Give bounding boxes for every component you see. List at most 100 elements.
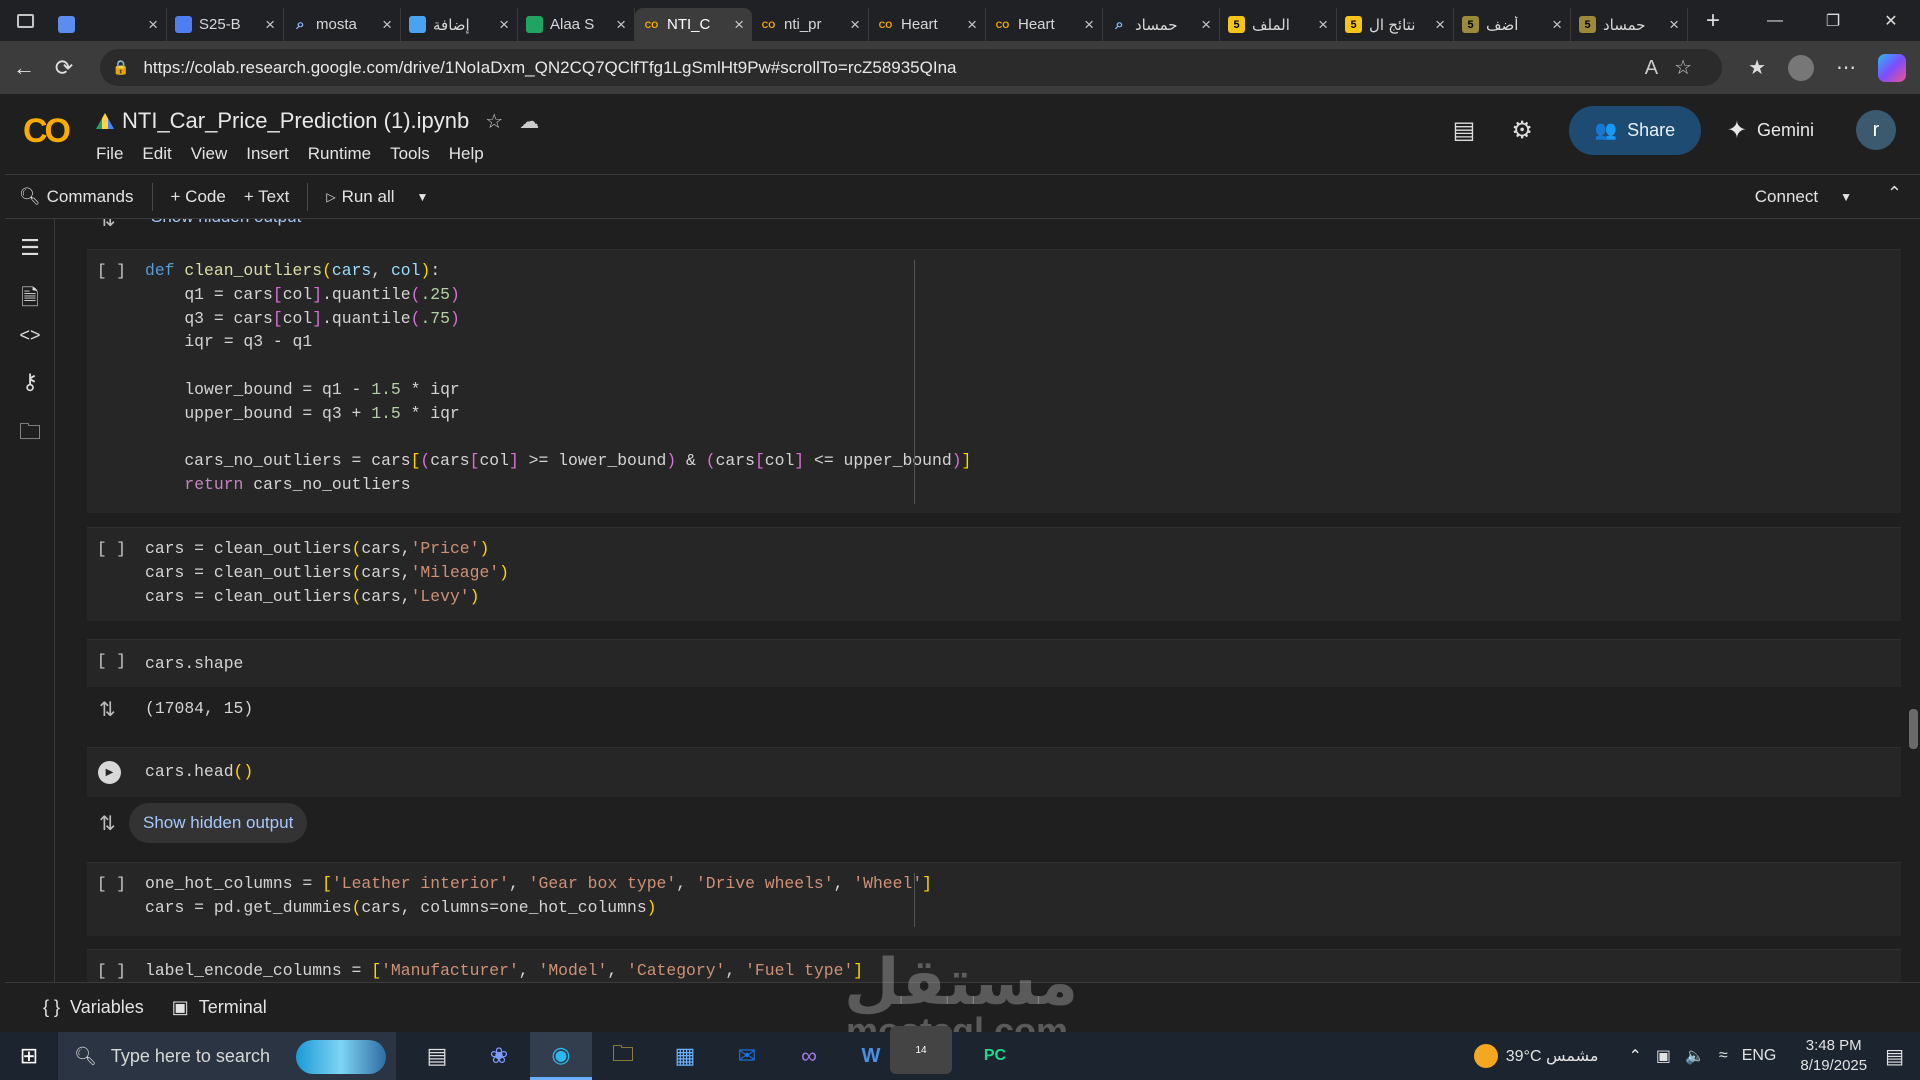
scrollbar-thumb[interactable] bbox=[1909, 709, 1918, 749]
show-hidden-output-button[interactable]: Show hidden output bbox=[129, 803, 308, 843]
close-tab-icon[interactable]: × bbox=[148, 15, 158, 35]
pycharm-icon[interactable]: PC bbox=[964, 1032, 1026, 1080]
terminal-button[interactable]: ▣ Terminal bbox=[172, 997, 267, 1018]
close-tab-icon[interactable]: × bbox=[616, 15, 626, 35]
code-cell[interactable]: [ ] cars = clean_outliers(cars,'Price') … bbox=[87, 527, 1901, 621]
close-tab-icon[interactable]: × bbox=[382, 15, 392, 35]
new-tab-icon[interactable]: + bbox=[1698, 7, 1728, 35]
run-all-button[interactable]: ▷ Run all ▼ bbox=[326, 187, 428, 207]
comment-icon[interactable]: ▤ bbox=[1453, 116, 1476, 145]
code-cell[interactable]: [ ] one_hot_columns = ['Leather interior… bbox=[87, 862, 1901, 936]
restore-icon[interactable]: ❐ bbox=[1804, 0, 1862, 41]
taskbar-search[interactable]: 🔍︎ Type here to search bbox=[58, 1032, 396, 1080]
browser-tab[interactable]: CO Heart × bbox=[986, 8, 1103, 41]
output-toggle-icon[interactable]: ⇅ bbox=[99, 697, 116, 722]
visual-studio-icon[interactable]: ∞ bbox=[778, 1032, 840, 1080]
share-button[interactable]: 👥 Share bbox=[1568, 105, 1701, 155]
close-window-icon[interactable]: ✕ bbox=[1862, 0, 1920, 41]
cell-run-bracket[interactable]: [ ] bbox=[97, 652, 126, 670]
browser-tab[interactable]: CO Heart × bbox=[869, 8, 986, 41]
add-code-button[interactable]: + Code bbox=[171, 187, 226, 207]
avatar[interactable]: r bbox=[1856, 110, 1896, 150]
edge-browser-icon[interactable]: ◉ bbox=[530, 1032, 592, 1080]
browser-tab[interactable]: 5 نتائج ال × bbox=[1337, 8, 1454, 41]
close-tab-icon[interactable]: × bbox=[265, 15, 275, 35]
copilot-app-icon[interactable]: ❀ bbox=[468, 1032, 530, 1080]
code-editor[interactable]: def clean_outliers(cars, col): q1 = cars… bbox=[145, 259, 971, 497]
profile-icon[interactable] bbox=[1788, 54, 1814, 81]
more-icon[interactable]: ⋯ bbox=[1836, 55, 1856, 80]
code-editor[interactable]: label_encode_columns = ['Manufacturer', … bbox=[145, 959, 863, 982]
whatsapp-icon[interactable]: ☎14 bbox=[890, 1026, 964, 1080]
close-tab-icon[interactable]: × bbox=[850, 15, 860, 35]
browser-tab[interactable]: 5 الملف × bbox=[1220, 8, 1337, 41]
menu-item-file[interactable]: File bbox=[96, 144, 123, 164]
run-cell-button[interactable]: ▶ bbox=[98, 761, 121, 784]
favorite-star-icon[interactable]: ☆ bbox=[1674, 57, 1708, 79]
copilot-icon[interactable] bbox=[1878, 53, 1906, 82]
reload-icon[interactable]: ⟳ bbox=[44, 55, 84, 81]
notifications-icon[interactable]: ▤ bbox=[1885, 1044, 1904, 1069]
menu-item-edit[interactable]: Edit bbox=[142, 144, 171, 164]
commands-button[interactable]: 🔍︎ Commands bbox=[19, 187, 134, 207]
close-tab-icon[interactable]: × bbox=[1318, 15, 1328, 35]
browser-tab[interactable]: 5 أضف × bbox=[1454, 8, 1571, 41]
language-indicator[interactable]: ENG bbox=[1742, 1047, 1777, 1065]
find-replace-icon[interactable]: 🗎 bbox=[17, 281, 43, 319]
settings-gear-icon[interactable]: ⚙ bbox=[1511, 116, 1533, 145]
browser-tab[interactable]: × bbox=[50, 8, 167, 41]
clock[interactable]: 3:48 PM 8/19/2025 bbox=[1800, 1036, 1867, 1076]
close-tab-icon[interactable]: × bbox=[967, 15, 977, 35]
code-editor[interactable]: one_hot_columns = ['Leather interior', '… bbox=[145, 872, 932, 920]
browser-tab[interactable]: 5 حمساد × bbox=[1571, 8, 1688, 41]
connect-button[interactable]: Connect ▼ bbox=[1755, 175, 1852, 218]
files-folder-icon[interactable]: 🗀 bbox=[17, 415, 43, 453]
close-tab-icon[interactable]: × bbox=[1201, 15, 1211, 35]
code-cell[interactable]: [ ] def clean_outliers(cars, col): q1 = … bbox=[87, 249, 1901, 513]
wifi-icon[interactable]: ≈ bbox=[1719, 1047, 1728, 1065]
code-cell[interactable]: [ ] cars.shape bbox=[87, 639, 1901, 687]
notebook-title[interactable]: NTI_Car_Price_Prediction (1).ipynb bbox=[122, 108, 469, 134]
browser-tab[interactable]: ⌕ حمساد × bbox=[1103, 8, 1220, 41]
close-tab-icon[interactable]: × bbox=[1669, 15, 1679, 35]
menu-item-tools[interactable]: Tools bbox=[390, 144, 430, 164]
show-hidden-icons[interactable]: ⌃ bbox=[1628, 1046, 1641, 1066]
browser-tab[interactable]: Alaa S × bbox=[518, 8, 635, 41]
read-aloud-icon[interactable]: A bbox=[1645, 57, 1674, 79]
output-toggle-icon[interactable]: ⇅ bbox=[99, 811, 116, 836]
close-tab-icon[interactable]: × bbox=[1084, 15, 1094, 35]
gemini-button[interactable]: ✦ Gemini bbox=[1727, 116, 1814, 145]
microsoft-store-icon[interactable]: ▦ bbox=[654, 1032, 716, 1080]
file-explorer-icon[interactable]: 🗀 bbox=[592, 1032, 654, 1080]
close-tab-icon[interactable]: × bbox=[734, 15, 744, 35]
browser-tab[interactable]: إضافة × bbox=[401, 8, 518, 41]
chevron-down-icon[interactable]: ▼ bbox=[1840, 190, 1852, 204]
secrets-key-icon[interactable]: ⚷ bbox=[17, 369, 43, 395]
url-field[interactable]: 🔒 https://colab.research.google.com/driv… bbox=[100, 49, 1722, 86]
chevron-down-icon[interactable]: ▼ bbox=[417, 190, 429, 204]
collapse-header-icon[interactable]: ⌃ bbox=[1887, 183, 1902, 204]
add-text-button[interactable]: + Text bbox=[244, 187, 290, 207]
code-editor[interactable]: cars.shape bbox=[145, 652, 243, 676]
code-snippets-icon[interactable]: <> bbox=[17, 325, 43, 346]
favorites-icon[interactable]: ★ bbox=[1748, 55, 1766, 80]
browser-tab[interactable]: CO nti_pr × bbox=[752, 8, 869, 41]
cell-run-bracket[interactable]: [ ] bbox=[97, 875, 126, 893]
code-cell[interactable]: ▶ cars.head() bbox=[87, 747, 1901, 797]
variables-button[interactable]: { } Variables bbox=[43, 997, 144, 1018]
close-tab-icon[interactable]: × bbox=[1552, 15, 1562, 35]
browser-tab[interactable]: S25-B × bbox=[167, 8, 284, 41]
show-hidden-output-button[interactable]: Show hidden output bbox=[151, 219, 301, 227]
cell-run-bracket[interactable]: [ ] bbox=[97, 962, 126, 980]
table-of-contents-icon[interactable]: ☰ bbox=[17, 235, 43, 261]
back-icon[interactable]: ← bbox=[4, 55, 44, 81]
outlook-icon[interactable]: ✉ bbox=[716, 1032, 778, 1080]
menu-item-help[interactable]: Help bbox=[449, 144, 484, 164]
close-tab-icon[interactable]: × bbox=[499, 15, 509, 35]
menu-item-view[interactable]: View bbox=[191, 144, 228, 164]
weather-sun-icon[interactable] bbox=[1473, 1044, 1498, 1068]
menu-item-insert[interactable]: Insert bbox=[246, 144, 289, 164]
cell-run-bracket[interactable]: [ ] bbox=[97, 540, 126, 558]
cell-run-bracket[interactable]: [ ] bbox=[97, 262, 126, 280]
menu-item-runtime[interactable]: Runtime bbox=[308, 144, 371, 164]
